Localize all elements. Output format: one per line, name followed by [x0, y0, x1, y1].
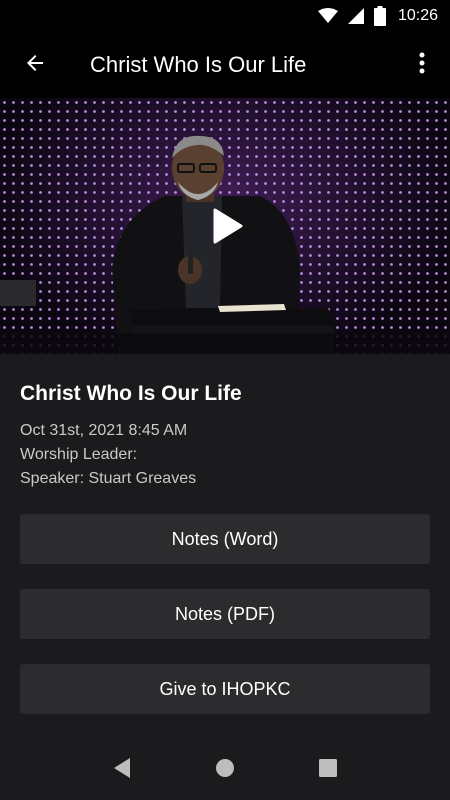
app-bar: Christ Who Is Our Life: [0, 32, 450, 98]
speaker: Speaker: Stuart Greaves: [20, 470, 197, 487]
sermon-title: Christ Who Is Our Life: [20, 382, 242, 405]
give-button[interactable]: Give to IHOPKC: [20, 664, 430, 714]
more-vertical-icon: [419, 52, 425, 79]
battery-icon: [373, 6, 386, 26]
wifi-icon: [317, 8, 338, 24]
play-button[interactable]: [205, 206, 249, 250]
system-nav-bar: [0, 740, 450, 800]
nav-recents-button[interactable]: [308, 750, 348, 790]
worship-leader: Worship Leader:: [20, 446, 138, 463]
nav-home-button[interactable]: [205, 750, 245, 790]
video-player[interactable]: [0, 98, 450, 354]
nav-recents-icon: [319, 758, 338, 782]
nav-home-icon: [215, 758, 235, 783]
arrow-back-icon: [23, 51, 47, 80]
nav-back-button[interactable]: [102, 750, 142, 790]
signal-icon: [347, 8, 364, 24]
status-time: 10:26: [397, 7, 438, 24]
notes-pdf-button[interactable]: Notes (PDF): [20, 589, 430, 639]
status-bar: 10:26: [0, 0, 450, 32]
sermon-details: Christ Who Is Our Life Oct 31st, 2021 8:…: [0, 354, 450, 750]
nav-back-icon: [112, 757, 132, 784]
back-button[interactable]: [0, 32, 70, 98]
play-icon: [211, 208, 243, 249]
page-title: Christ Who Is Our Life: [90, 52, 307, 77]
sermon-date: Oct 31st, 2021 8:45 AM: [20, 422, 188, 439]
notes-word-button[interactable]: Notes (Word): [20, 514, 430, 564]
more-options-button[interactable]: [394, 32, 450, 98]
app-screen: 10:26 Christ Who Is Our Life Christ Who …: [0, 0, 450, 800]
